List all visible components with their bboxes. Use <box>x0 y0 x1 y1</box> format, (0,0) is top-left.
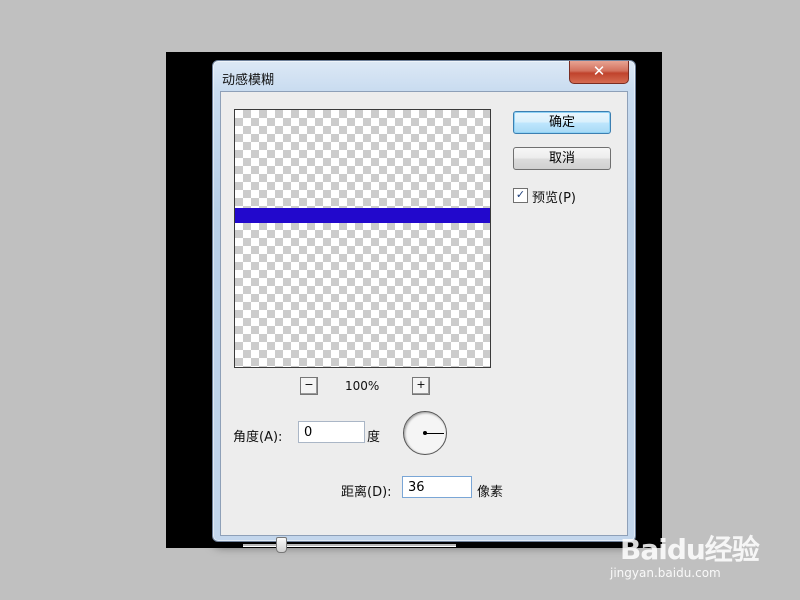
watermark-url: jingyan.baidu.com <box>610 566 721 580</box>
angle-label: 角度(A): <box>233 430 283 445</box>
baidu-watermark: Baidu经验 jingyan.baidu.com <box>610 512 790 592</box>
angle-dial-indicator <box>425 433 444 434</box>
checkmark-icon: ✓ <box>515 188 526 201</box>
dialog-title: 动感模糊 <box>222 73 275 88</box>
close-icon: ✕ <box>592 62 606 80</box>
angle-input[interactable]: 0 <box>298 421 365 443</box>
angle-dial-center <box>423 431 427 435</box>
zoom-out-button[interactable]: − <box>300 377 318 395</box>
motion-blur-dialog: 动感模糊 ✕ − 100% + 确定 取消 ✓ 预览(P) 角度(A): 0 度… <box>212 60 636 553</box>
distance-slider-thumb[interactable] <box>276 537 288 553</box>
dialog-body: − 100% + 确定 取消 ✓ 预览(P) 角度(A): 0 度 距离(D):… <box>220 91 628 553</box>
distance-slider-track[interactable] <box>243 544 456 547</box>
watermark-brand: Baidu经验 <box>620 533 760 566</box>
angle-unit: 度 <box>367 430 381 445</box>
ok-button[interactable]: 确定 <box>513 111 611 134</box>
distance-input[interactable]: 36 <box>402 476 472 498</box>
plus-icon: + <box>416 378 426 391</box>
zoom-in-button[interactable]: + <box>412 377 430 395</box>
zoom-level: 100% <box>345 379 380 393</box>
minus-icon: − <box>304 378 314 391</box>
distance-unit: 像素 <box>477 485 504 500</box>
preview-blurred-stroke <box>235 208 490 223</box>
angle-dial[interactable] <box>403 411 447 455</box>
preview-checkbox[interactable]: ✓ <box>513 188 528 203</box>
distance-label: 距离(D): <box>341 485 392 500</box>
preview-checkbox-label: 预览(P) <box>532 191 576 206</box>
title-bar[interactable]: 动感模糊 ✕ <box>213 61 635 91</box>
cancel-button[interactable]: 取消 <box>513 147 611 170</box>
preview-area[interactable] <box>234 109 491 368</box>
close-button[interactable]: ✕ <box>569 61 629 84</box>
